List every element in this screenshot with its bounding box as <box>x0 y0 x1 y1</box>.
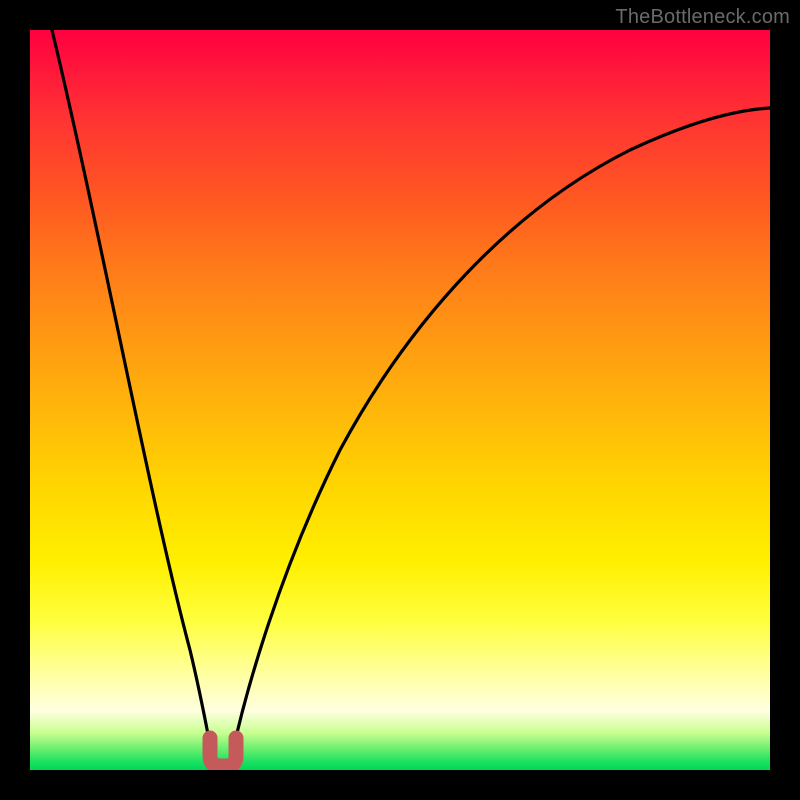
watermark-text: TheBottleneck.com <box>615 6 790 29</box>
curve-layer <box>30 30 770 770</box>
chart-frame: TheBottleneck.com <box>0 0 800 800</box>
optimum-marker <box>210 738 236 766</box>
plot-area <box>30 30 770 770</box>
right-branch-curve <box>232 108 770 755</box>
left-branch-curve <box>52 30 212 755</box>
